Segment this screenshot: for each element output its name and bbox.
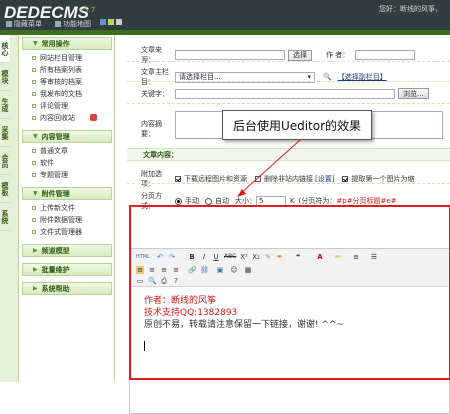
callout-label: 后台使用Ueditor的效果 — [222, 110, 372, 140]
callout-arrow — [237, 139, 301, 197]
